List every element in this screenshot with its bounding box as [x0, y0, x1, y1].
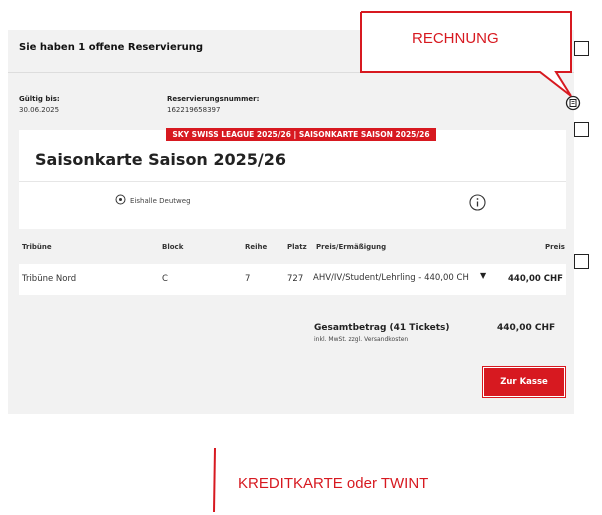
payment-annotation-text: KREDITKARTE oder TWINT [238, 475, 429, 492]
invoice-annotation-text: RECHNUNG [412, 30, 499, 47]
payment-callout-box [213, 447, 216, 513]
annotation-callouts [213, 11, 572, 513]
invoice-callout-box [360, 11, 572, 97]
